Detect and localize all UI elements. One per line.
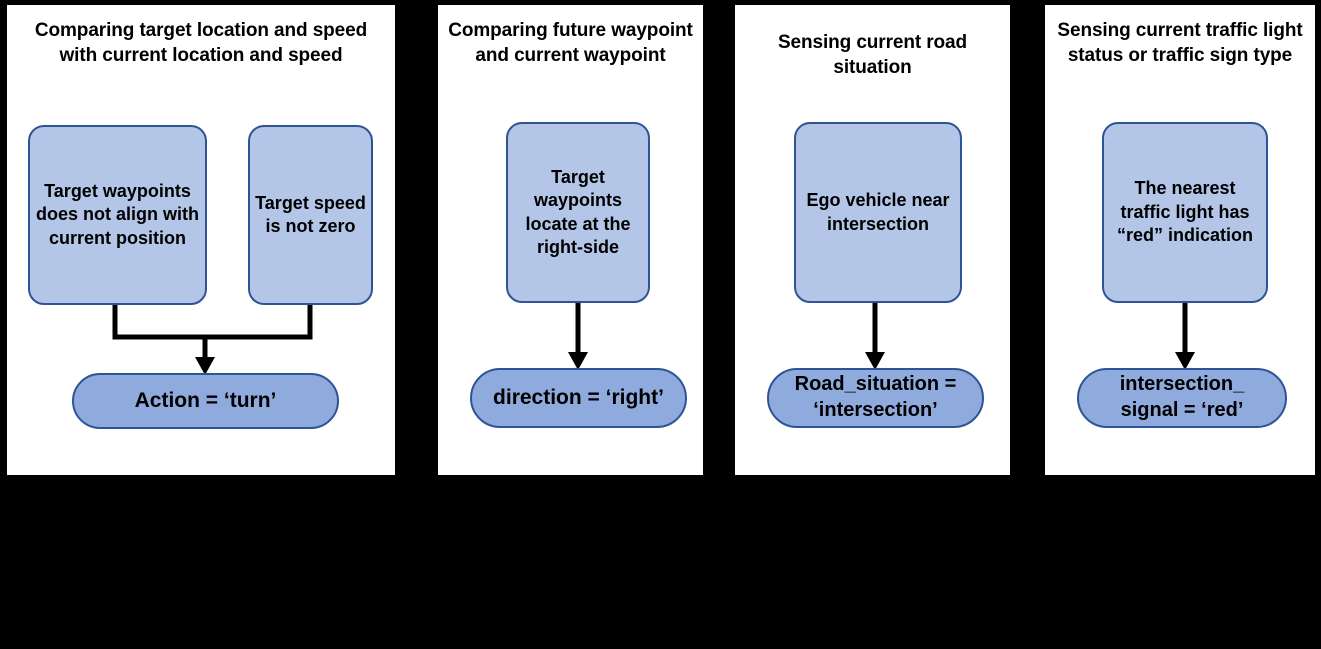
- panel-location-speed: Comparing target location and speed with…: [7, 5, 395, 475]
- result-road-situation: Road_situation = ‘intersection’: [767, 368, 984, 428]
- result-intersection-signal: intersection_ signal = ‘red’: [1077, 368, 1287, 428]
- panel-waypoint-compare: Comparing future waypoint and current wa…: [438, 5, 703, 475]
- panel-road-situation: Sensing current road situation Ego vehic…: [735, 5, 1010, 475]
- result-direction-right: direction = ‘right’: [470, 368, 687, 428]
- result-action-turn: Action = ‘turn’: [72, 373, 339, 429]
- diagram-canvas: Comparing target location and speed with…: [0, 0, 1321, 649]
- panel-traffic-light: Sensing current traffic light status or …: [1045, 5, 1315, 475]
